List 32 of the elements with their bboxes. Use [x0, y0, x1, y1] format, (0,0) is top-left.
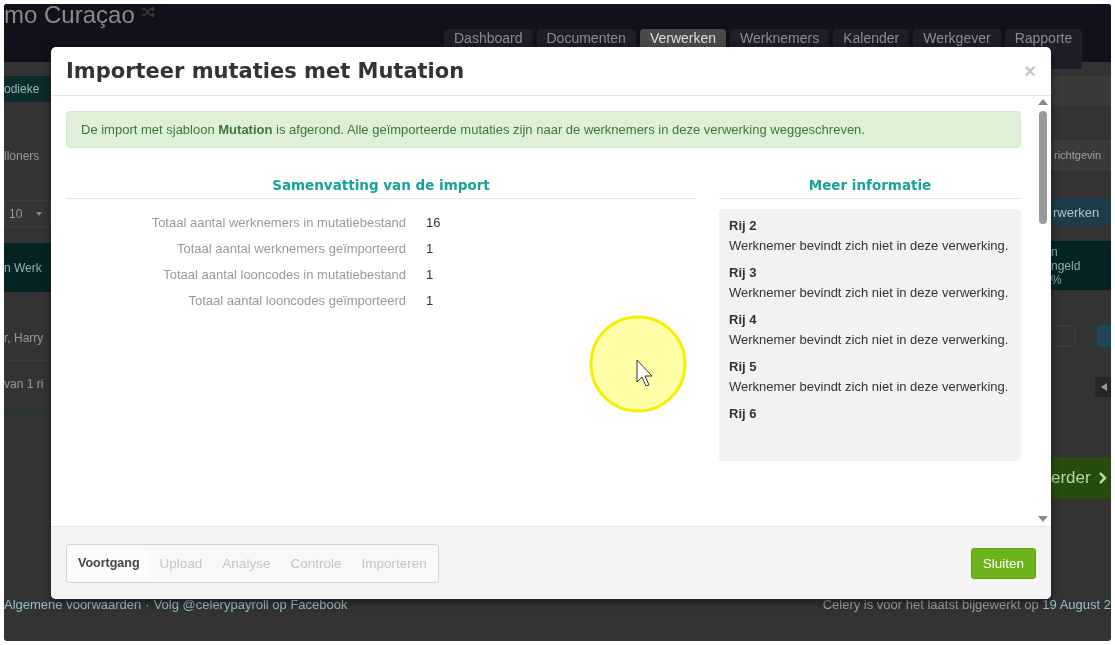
- row-message: Werknemer bevindt zich niet in deze verwerking.: [729, 331, 1010, 349]
- table-header: ngeld: [1051, 258, 1082, 273]
- app-title: mo Curaçao: [4, 4, 135, 29]
- banner-text: odieke: [4, 82, 40, 96]
- summary-value: 1: [426, 241, 435, 256]
- row-title: Rij 4: [729, 313, 758, 327]
- table-cell: r, Harry: [4, 330, 44, 345]
- row-title: Rij 2: [729, 219, 758, 233]
- summary-label: Totaal aantal werknemers geïmporteerd: [175, 241, 406, 256]
- success-alert: De import met sjabloon Mutation is afgerond. Alle geïmporteerde mutaties zijn naar de werknemers in deze verwerking weggeschreven.: [66, 111, 1021, 148]
- summary-value: 16: [426, 215, 442, 230]
- row-title: Rij 3: [729, 266, 758, 280]
- paging-info: van 1 ri: [4, 376, 44, 391]
- row-message: Werknemer bevindt zich niet in deze verwerking.: [729, 378, 1010, 396]
- summary-value: 1: [426, 293, 435, 308]
- dialog-title: Importeer mutaties met Mutation: [66, 59, 465, 83]
- row-title: Rij 5: [729, 360, 758, 374]
- update-text: Celery is voor het laatst bijgewerkt op 19 August 2: [822, 597, 1111, 612]
- separator: ·: [145, 597, 150, 612]
- summary-label: Totaal aantal looncodes in mutatiebestand: [162, 267, 406, 282]
- table-header: n: [1051, 244, 1059, 259]
- table-header: %: [1051, 272, 1062, 287]
- row-message: Werknemer bevindt zich niet in deze verwerking.: [729, 237, 1010, 255]
- label-text: lloners: [4, 149, 40, 163]
- summary-value: 1: [426, 267, 435, 282]
- table-header: n Werk: [4, 260, 43, 275]
- section-heading: Samenvatting van de import: [66, 177, 696, 199]
- summary-label: Totaal aantal werknemers in mutatiebestand: [150, 215, 406, 230]
- section-heading: Meer informatie: [719, 177, 1021, 199]
- summary-label: Totaal aantal looncodes geïmporteerd: [187, 293, 406, 308]
- row-message: Werknemer bevindt zich niet in deze verwerking.: [729, 284, 1010, 302]
- row-title: Rij 6: [729, 407, 758, 421]
